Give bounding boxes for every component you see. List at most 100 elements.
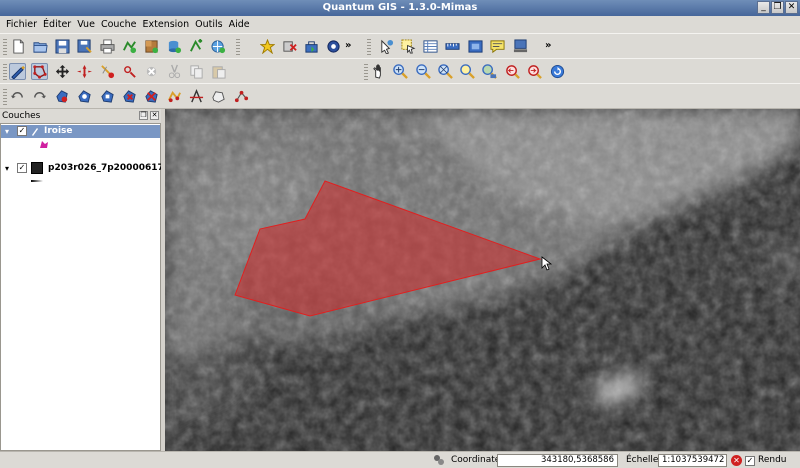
panel-close-icon[interactable]: ✕ [150,111,159,120]
zoom-full-icon[interactable] [437,63,454,80]
layer-visibility-checkbox[interactable]: ✓ [17,163,27,173]
select-icon[interactable] [400,38,417,55]
identify-icon[interactable] [378,38,395,55]
plugin-remove-icon[interactable] [281,38,298,55]
refresh-icon[interactable] [549,63,566,80]
print-icon[interactable] [99,38,116,55]
menu-bar: Fichier Éditer Vue Couche Extension Outi… [0,16,800,33]
coordinate-field[interactable]: 343180,5368586 [497,454,618,467]
add-island-icon[interactable] [99,88,116,105]
menu-editer[interactable]: Éditer [40,19,74,30]
edit-pencil-icon [31,126,39,136]
redo-icon[interactable] [31,88,48,105]
add-ring-icon[interactable] [76,88,93,105]
attribute-table-icon[interactable] [422,38,439,55]
minimize-button[interactable]: _ [757,1,770,14]
new-project-icon[interactable] [10,38,27,55]
move-feature-icon[interactable] [54,63,71,80]
measure-area-icon[interactable] [467,38,484,55]
plugin-toolbox-icon[interactable] [303,38,320,55]
map-tips-icon[interactable] [489,38,506,55]
window-controls: _ ❐ ✕ [757,1,798,14]
measure-line-icon[interactable] [444,38,461,55]
capture-polygon-icon[interactable] [31,63,48,80]
expand-arrow-icon[interactable]: ▾ [5,127,9,136]
layer-tree[interactable]: ▾ ✓ Iroise ▾ ✓ p203r026_7p20000617_z30..… [0,123,196,451]
status-bar: Coordinate: 343180,5368586 Échelle 1:103… [0,451,800,468]
menu-vue[interactable]: Vue [74,19,98,30]
layer-name: Iroise [44,126,73,136]
add-wms-icon[interactable] [210,38,227,55]
delete-part-icon[interactable] [143,88,160,105]
layers-panel: Couches ❐ ✕ ▾ ✓ Iroise ▾ ✓ p203r026_7p20… [0,109,196,451]
menu-aide[interactable]: Aide [226,19,253,30]
toolbar-grip[interactable] [364,64,368,80]
layer-row-iroise[interactable]: ▾ ✓ Iroise [1,125,160,138]
toolbar-grip[interactable] [3,64,7,80]
save-as-icon[interactable] [76,38,93,55]
layers-panel-title: Couches [2,111,41,121]
menu-outils[interactable]: Outils [192,19,225,30]
layer-row-raster[interactable]: ▾ ✓ p203r026_7p20000617_z30... [1,162,196,175]
layer-visibility-checkbox[interactable]: ✓ [17,126,27,136]
delete-ring-icon[interactable] [121,88,138,105]
menu-extension[interactable]: Extension [140,19,193,30]
simplify-icon[interactable] [54,88,71,105]
cut-feature-icon[interactable] [166,63,183,80]
title-bar: Quantum GIS - 1.3.0-Mimas _ ❐ ✕ [0,0,800,16]
close-button[interactable]: ✕ [785,1,798,14]
map-canvas[interactable] [165,109,800,451]
toolbar-row-1: » » [0,33,800,59]
delete-vertex-icon[interactable] [121,63,138,80]
plugin-gear-icon[interactable] [325,38,342,55]
scale-field[interactable]: 1:1037539472 [658,454,727,467]
node-tool-icon[interactable] [233,88,250,105]
undo-icon[interactable] [9,88,26,105]
zoom-layer-icon[interactable] [481,63,498,80]
toggle-editing-icon[interactable] [9,63,26,80]
zoom-last-icon[interactable] [504,63,521,80]
expand-arrow-icon[interactable]: ▾ [5,164,9,173]
zoom-in-icon[interactable] [392,63,409,80]
render-checkbox[interactable]: ✓ [745,456,755,466]
copy-feature-icon[interactable] [188,63,205,80]
render-progress-icon[interactable] [433,454,445,466]
open-project-icon[interactable] [32,38,49,55]
map-view[interactable] [165,109,800,451]
menu-couche[interactable]: Couche [98,19,140,30]
toolbar-overflow-button[interactable]: » [345,40,351,51]
zoom-next-icon[interactable] [526,63,543,80]
add-postgis-icon[interactable] [166,38,183,55]
toolbar-grip[interactable] [3,89,7,105]
polygon-symbol-icon [39,140,49,149]
toolbar-grip[interactable] [367,39,371,55]
pan-icon[interactable] [370,63,387,80]
split-icon[interactable] [188,88,205,105]
panel-float-icon[interactable]: ❐ [139,111,148,120]
add-vertex-icon[interactable] [76,63,93,80]
maximize-button[interactable]: ❐ [771,1,784,14]
toolbar-grip[interactable] [3,39,7,55]
raster-legend-ramp [31,180,43,182]
move-vertex-icon[interactable] [99,63,116,80]
window-title: Quantum GIS - 1.3.0-Mimas [322,2,478,13]
raster-thumbnail-icon [31,162,43,174]
coordinate-label: Coordinate: [451,455,504,465]
toolbar-grip[interactable] [236,39,240,55]
reshape-icon[interactable] [166,88,183,105]
delete-selected-icon[interactable] [143,63,160,80]
add-vector-icon[interactable] [121,38,138,55]
merge-icon[interactable] [210,88,227,105]
menu-fichier[interactable]: Fichier [3,19,40,30]
save-project-icon[interactable] [54,38,71,55]
plugin-star-icon[interactable] [259,38,276,55]
zoom-selection-icon[interactable] [459,63,476,80]
zoom-out-icon[interactable] [415,63,432,80]
bookmark-icon[interactable] [512,38,529,55]
add-raster-icon[interactable] [143,38,160,55]
render-label: Rendu [758,455,787,465]
paste-feature-icon[interactable] [210,63,227,80]
stop-render-icon[interactable]: ✕ [731,455,742,466]
toolbar-overflow-button[interactable]: » [545,40,551,51]
new-vector-icon[interactable] [188,38,205,55]
